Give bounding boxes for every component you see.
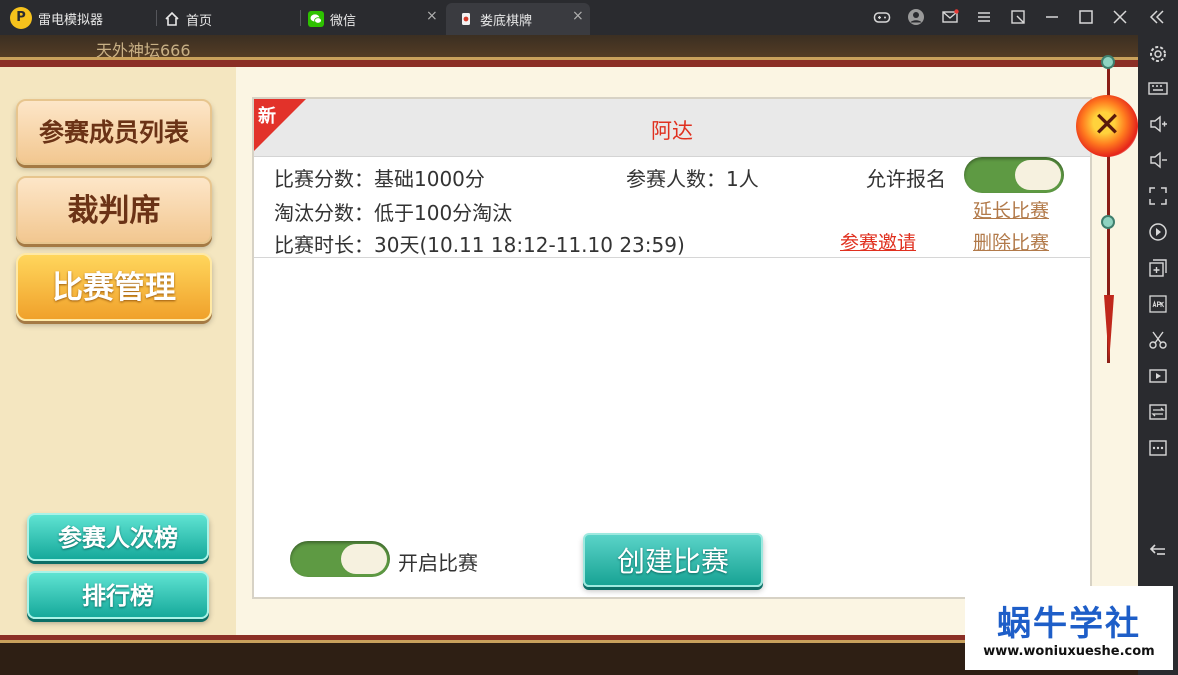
sync-operations-icon[interactable] [1147, 401, 1169, 423]
participation-ranking-button[interactable]: 参赛人次榜 [27, 513, 209, 561]
match-card: 新 阿达 比赛分数：基础1000分 参赛人数：1人 允许报名 淘汰分数：低于10… [252, 97, 1092, 599]
member-list-button[interactable]: 参赛成员列表 [16, 99, 212, 165]
tab-label: 娄底棋牌 [480, 13, 533, 29]
close-window-icon[interactable] [1111, 8, 1129, 26]
tab-separator [300, 10, 301, 26]
tab-loudi-chess[interactable]: 娄底棋牌 [446, 3, 590, 35]
invite-link[interactable]: 参赛邀请 [840, 228, 916, 255]
toggle-knob [1015, 160, 1061, 190]
open-match-label: 开启比赛 [398, 551, 478, 575]
collapse-sidebar-icon[interactable] [1148, 8, 1166, 26]
players-row: 参赛人数：1人 [626, 163, 759, 192]
emulator-sidebar [1138, 35, 1178, 675]
lantern-tassel [1104, 295, 1114, 363]
tab-separator [156, 10, 157, 26]
allow-signup-label: 允许报名 [866, 167, 946, 191]
maximize-icon[interactable] [1077, 8, 1095, 26]
video-record-icon[interactable] [1147, 365, 1169, 387]
watermark-title: 蜗牛学社 [997, 604, 1141, 644]
close-icon: ✕ [1092, 105, 1122, 145]
apk-install-icon[interactable] [1147, 293, 1169, 315]
allow-signup-toggle[interactable] [964, 157, 1064, 193]
lantern-bead [1101, 55, 1115, 69]
duration-label: 比赛时长： [274, 233, 374, 257]
back-icon[interactable] [1147, 539, 1169, 561]
match-card-header: 新 阿达 [254, 99, 1090, 157]
leaderboard-button[interactable]: 排行榜 [27, 571, 209, 619]
create-match-button[interactable]: 创建比赛 [583, 533, 763, 587]
extend-match-link[interactable]: 延长比赛 [973, 196, 1049, 223]
score-label: 比赛分数： [274, 167, 374, 191]
players-value: 1人 [726, 167, 759, 191]
volume-up-icon[interactable] [1147, 113, 1169, 135]
lantern-close-button[interactable]: ✕ [1076, 95, 1138, 157]
restore-window-icon[interactable] [1009, 8, 1027, 26]
lantern-bead [1101, 215, 1115, 229]
wechat-icon [308, 11, 324, 27]
referee-seat-button[interactable]: 裁判席 [16, 176, 212, 244]
menu-icon[interactable] [975, 8, 993, 26]
multi-instance-icon[interactable] [1147, 257, 1169, 279]
divider [254, 257, 1090, 258]
game-screen: 天外神坛666 参赛成员列表 裁判席 比赛管理 参赛人次榜 排行榜 新 阿达 比… [0, 35, 1138, 675]
mahjong-icon [458, 11, 474, 27]
mail-icon[interactable] [941, 8, 959, 26]
close-tab-icon[interactable]: × [572, 8, 584, 24]
gamepad-icon[interactable] [873, 8, 891, 26]
keyboard-icon[interactable] [1147, 77, 1169, 99]
tab-wechat[interactable]: 微信 [308, 3, 444, 35]
match-management-button[interactable]: 比赛管理 [16, 253, 212, 321]
tab-label: 首页 [186, 13, 213, 29]
close-tab-icon[interactable]: × [426, 8, 438, 24]
elimination-value: 低于100分淘汰 [374, 201, 513, 225]
duration-row: 比赛时长：30天(10.11 18:12-11.10 23:59) [274, 229, 685, 258]
more-options-icon[interactable] [1147, 437, 1169, 459]
ldplayer-logo-icon: P [10, 7, 32, 29]
match-title: 阿达 [651, 119, 693, 143]
open-match-toggle[interactable] [290, 541, 390, 577]
user-avatar-icon[interactable] [907, 8, 925, 26]
score-value: 基础1000分 [374, 167, 485, 191]
fullscreen-icon[interactable] [1147, 185, 1169, 207]
elimination-label: 淘汰分数： [274, 201, 374, 225]
duration-value: 30天(10.11 18:12-11.10 23:59) [374, 233, 685, 257]
tab-label: 微信 [330, 13, 357, 29]
emulator-titlebar: P 雷电模拟器 首页 微信 × 娄底棋牌 × [0, 0, 1178, 35]
score-row: 比赛分数：基础1000分 [274, 163, 485, 192]
watermark-url: www.woniuxueshe.com [983, 644, 1155, 659]
volume-down-icon[interactable] [1147, 149, 1169, 171]
delete-match-link[interactable]: 删除比赛 [973, 228, 1049, 255]
minimize-icon[interactable] [1043, 8, 1061, 26]
settings-gear-icon[interactable] [1147, 43, 1169, 65]
rotate-icon[interactable] [1147, 221, 1169, 243]
home-icon [164, 11, 180, 27]
scissors-icon[interactable] [1147, 329, 1169, 351]
players-label: 参赛人数： [626, 167, 726, 191]
elimination-row: 淘汰分数：低于100分淘汰 [274, 197, 512, 226]
watermark: 蜗牛学社 www.woniuxueshe.com [965, 586, 1173, 670]
tab-home[interactable]: 首页 [164, 3, 294, 35]
toggle-knob [341, 544, 387, 574]
app-name: 雷电模拟器 [38, 13, 104, 28]
